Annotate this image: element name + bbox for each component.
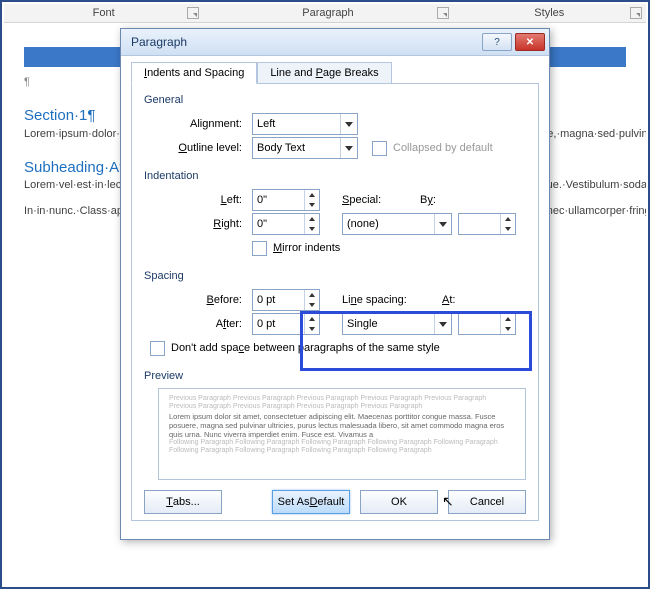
indent-right-label: Right: — [158, 218, 252, 230]
section-spacing: Spacing — [144, 270, 526, 282]
ribbon-group-font: Font — [4, 4, 203, 22]
indent-right-spin[interactable]: 0" — [252, 213, 320, 235]
by-label: By: — [420, 194, 478, 206]
dialog-title: Paragraph — [131, 35, 187, 49]
before-label: Before: — [158, 294, 252, 306]
close-button[interactable]: ✕ — [515, 33, 545, 51]
indent-left-spin[interactable]: 0" — [252, 189, 320, 211]
cancel-button[interactable]: Cancel — [448, 490, 526, 514]
same-style-label: Don't add space between paragraphs of th… — [171, 342, 440, 354]
special-combo[interactable]: (none) — [342, 213, 452, 235]
styles-launcher-icon[interactable] — [630, 7, 642, 19]
by-spin[interactable] — [458, 213, 516, 235]
outline-label: Outline level: — [158, 142, 252, 154]
mirror-checkbox[interactable] — [252, 241, 267, 256]
tab-indents-spacing[interactable]: IIndents and Spacingndents and Spacing — [131, 62, 257, 84]
line-spacing-combo[interactable]: Single — [342, 313, 452, 335]
dialog-titlebar[interactable]: Paragraph ? ✕ — [121, 29, 549, 56]
alignment-combo[interactable]: Left — [252, 113, 358, 135]
help-button[interactable]: ? — [482, 33, 512, 51]
tabs-button[interactable]: Tabs... — [144, 490, 222, 514]
section-indentation: Indentation — [144, 170, 526, 182]
set-as-default-button[interactable]: Set As Default — [272, 490, 350, 514]
mirror-label: Mirror indents — [273, 242, 340, 254]
preview-box: Previous Paragraph Previous Paragraph Pr… — [158, 388, 526, 480]
at-spin[interactable] — [458, 313, 516, 335]
collapsed-label: Collapsed by default — [393, 142, 493, 154]
special-label: Special: — [342, 194, 420, 206]
paragraph-dialog: Paragraph ? ✕ IIndents and Spacingndents… — [120, 28, 550, 540]
font-launcher-icon[interactable] — [187, 7, 199, 19]
same-style-checkbox[interactable] — [150, 341, 165, 356]
chevron-down-icon — [434, 314, 451, 334]
indent-left-label: Left: — [158, 194, 252, 206]
section-preview: Preview — [144, 370, 526, 382]
at-label: At: — [442, 294, 490, 306]
ribbon-group-paragraph: Paragraph — [203, 4, 452, 22]
chevron-down-icon — [434, 214, 451, 234]
chevron-down-icon — [340, 114, 357, 134]
alignment-label: Alignment: — [158, 118, 252, 130]
chevron-down-icon — [340, 138, 357, 158]
tab-line-page-breaks[interactable]: Line and Page Breaks — [257, 62, 391, 84]
section-general: General — [144, 94, 526, 106]
line-spacing-label: Line spacing: — [342, 294, 442, 306]
paragraph-launcher-icon[interactable] — [437, 7, 449, 19]
after-label: After: — [158, 318, 252, 330]
ok-button[interactable]: OK — [360, 490, 438, 514]
outline-combo[interactable]: Body Text — [252, 137, 358, 159]
collapsed-checkbox — [372, 141, 387, 156]
after-spin[interactable]: 0 pt — [252, 313, 320, 335]
before-spin[interactable]: 0 pt — [252, 289, 320, 311]
ribbon-group-styles: Styles — [453, 4, 646, 22]
